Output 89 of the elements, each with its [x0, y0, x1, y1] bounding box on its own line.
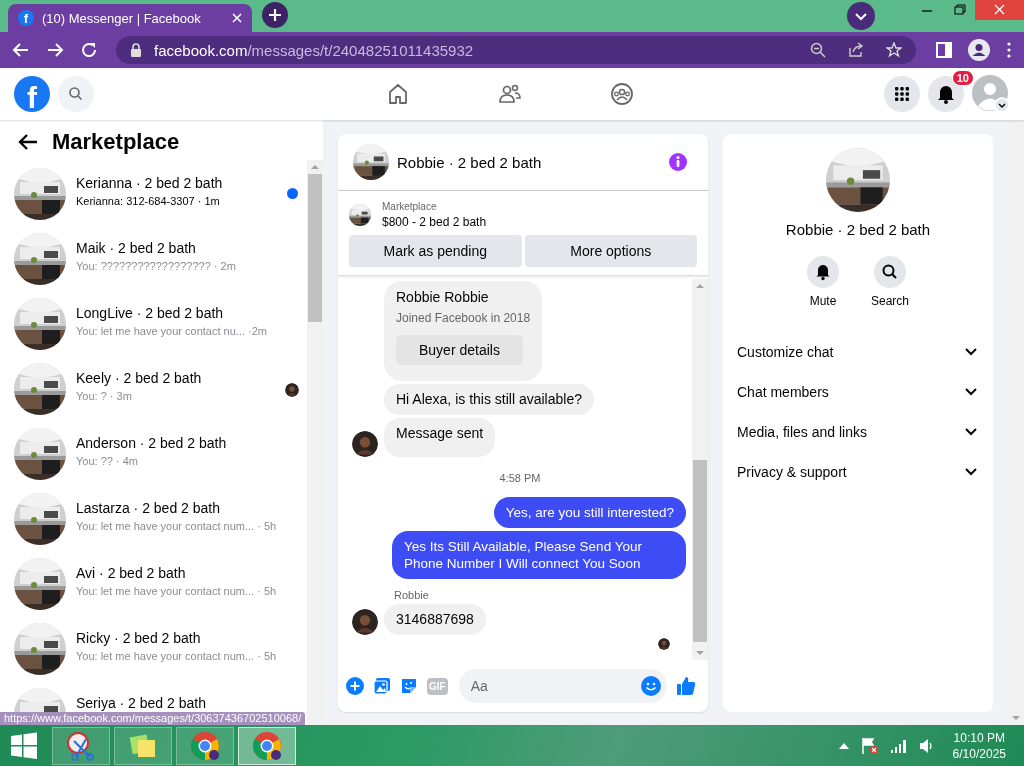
clock-time: 10:10 PM	[953, 730, 1005, 745]
timestamp: 4:58 PM	[499, 472, 541, 484]
friends-icon[interactable]	[498, 82, 522, 106]
conversation-name: LongLive · 2 bed 2 bath	[76, 306, 225, 321]
close-icon[interactable]	[232, 13, 242, 23]
conversation-name: Anderson · 2 bed 2 bath	[76, 436, 228, 451]
status-tooltip: https://www.facebook.com/messages/t/30637436702510068/	[0, 712, 306, 725]
url-text: facebook.com/messages/t/24048251011435932	[154, 41, 474, 59]
new-tab-icon[interactable]	[262, 1, 288, 28]
plus-icon[interactable]	[346, 677, 364, 695]
back-icon[interactable]	[18, 133, 38, 151]
message-preview: You: ?? · 4m	[76, 455, 139, 467]
flag-icon[interactable]	[860, 736, 879, 755]
bell-icon[interactable]	[807, 256, 839, 288]
message-preview: You: let me have your contact nu... ·2m	[76, 325, 268, 337]
groups-icon[interactable]	[610, 82, 634, 106]
browser-icon	[190, 730, 220, 761]
action-label: Search	[871, 294, 909, 308]
buyer-details-button[interactable]: Buyer details	[396, 335, 523, 365]
favicon-icon: f	[18, 10, 34, 26]
message-preview: You: ?????????????????? · 2m	[76, 260, 237, 272]
browser-icon	[252, 730, 282, 761]
emoji-icon[interactable]	[641, 676, 661, 696]
message-field[interactable]: Aa	[458, 669, 667, 703]
zoom-out-icon[interactable]	[810, 42, 826, 58]
lock-icon	[130, 43, 142, 57]
home-icon[interactable]	[386, 82, 410, 106]
scissors-icon	[66, 730, 96, 761]
message-bubble: Yes, are you still interested?	[493, 497, 686, 528]
profile-name: Robbie Robbie	[396, 289, 490, 305]
dropdown-icon[interactable]	[847, 2, 875, 30]
taskbar-app[interactable]	[238, 726, 296, 765]
message-bubble: Yes Its Still Available, Please Send Your Phone Number I Will connect You Soon	[392, 531, 686, 579]
section-header[interactable]: Chat members	[723, 372, 993, 412]
tab-title: (10) Messenger | Facebook	[42, 10, 202, 26]
signal-icon[interactable]	[890, 738, 907, 753]
taskbar-app[interactable]	[176, 726, 234, 765]
sidebar-icon[interactable]	[936, 42, 952, 58]
reload-icon[interactable]	[80, 41, 98, 59]
browser-tab[interactable]: f (10) Messenger | Facebook	[8, 4, 252, 32]
back-icon[interactable]	[12, 41, 30, 59]
address-field[interactable]: facebook.com/messages/t/24048251011435932	[116, 36, 916, 64]
menu-icon[interactable]	[1006, 42, 1012, 58]
profile-subtitle: Joined Facebook in 2018	[396, 311, 531, 325]
volume-icon[interactable]	[918, 737, 935, 754]
message-preview: Kerianna: 312-684-3307 · 1m	[76, 195, 221, 207]
conversation-name: Avi · 2 bed 2 bath	[76, 566, 187, 581]
start-icon[interactable]	[10, 731, 38, 760]
info-icon[interactable]	[668, 152, 688, 172]
avatar	[658, 638, 670, 650]
scrollbar[interactable]	[692, 279, 708, 660]
action-button[interactable]: More options	[524, 235, 697, 267]
taskbar-app[interactable]	[52, 726, 110, 765]
listing-label: Marketplace	[382, 201, 438, 212]
sticker-icon[interactable]	[400, 677, 418, 695]
photo-icon[interactable]	[373, 677, 391, 695]
action-button[interactable]: Mark as pending	[349, 235, 522, 267]
like-icon[interactable]	[676, 676, 696, 696]
notification-badge: 10	[951, 70, 974, 86]
chat-title: Robbie · 2 bed 2 bath	[397, 153, 542, 171]
sender-name: Robbie	[394, 589, 429, 601]
share-icon[interactable]	[848, 42, 864, 58]
star-icon[interactable]	[886, 42, 902, 58]
conversation-name: Kerianna · 2 bed 2 bath	[76, 176, 224, 191]
section-header[interactable]: Privacy & support	[723, 452, 993, 492]
conversation-name: Seriya · 2 bed 2 bath	[76, 696, 207, 711]
conversation-name: Lastarza · 2 bed 2 bath	[76, 501, 221, 516]
profile-icon[interactable]	[968, 39, 990, 61]
menu-icon[interactable]	[884, 76, 920, 112]
listing-title: $800 - 2 bed 2 bath	[382, 215, 487, 229]
section-header[interactable]: Media, files and links	[723, 412, 993, 452]
message-preview: You: ? · 3m	[76, 390, 133, 402]
conversation-name: Keely · 2 bed 2 bath	[76, 371, 203, 386]
panel-title: Marketplace	[52, 129, 180, 155]
contact-name: Robbie · 2 bed 2 bath	[784, 221, 932, 238]
section-header[interactable]: Customize chat	[723, 332, 993, 372]
message-bubble: 3146887698	[384, 604, 486, 635]
caret-icon[interactable]	[838, 742, 849, 749]
search-icon[interactable]	[874, 256, 906, 288]
clock-date: 6/10/2025	[952, 746, 1006, 761]
message-bubble: Message sent	[384, 418, 496, 457]
conversation-name: Ricky · 2 bed 2 bath	[76, 631, 202, 646]
logo[interactable]: f	[14, 76, 50, 112]
forward-icon[interactable]	[46, 41, 64, 59]
action-label: Mute	[809, 294, 837, 308]
conversation-name: Maik · 2 bed 2 bath	[76, 241, 197, 256]
scrollbar[interactable]	[1008, 120, 1024, 725]
scrollbar[interactable]	[307, 160, 323, 725]
message-bubble: Hi Alexa, is this still available?	[384, 384, 594, 415]
